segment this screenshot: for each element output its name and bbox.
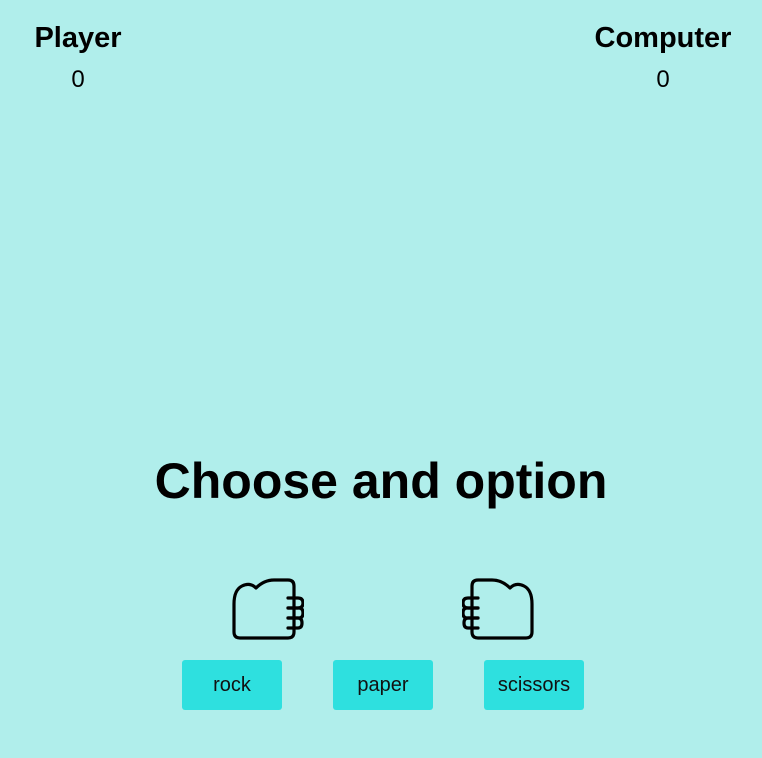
computer-score-panel: Computer 0 <box>592 20 734 94</box>
scissors-button[interactable]: scissors <box>484 660 584 710</box>
paper-button[interactable]: paper <box>333 660 433 710</box>
game-message: Choose and option <box>154 453 608 509</box>
options-row: rock paper scissors <box>0 660 762 710</box>
player-label: Player <box>34 22 122 54</box>
computer-fist-icon <box>462 578 534 642</box>
player-score-panel: Player 0 <box>33 20 123 94</box>
player-score: 0 <box>71 66 85 93</box>
rock-button[interactable]: rock <box>182 660 282 710</box>
computer-score: 0 <box>656 66 670 93</box>
computer-label: Computer <box>594 22 732 54</box>
player-fist-icon <box>232 578 304 642</box>
